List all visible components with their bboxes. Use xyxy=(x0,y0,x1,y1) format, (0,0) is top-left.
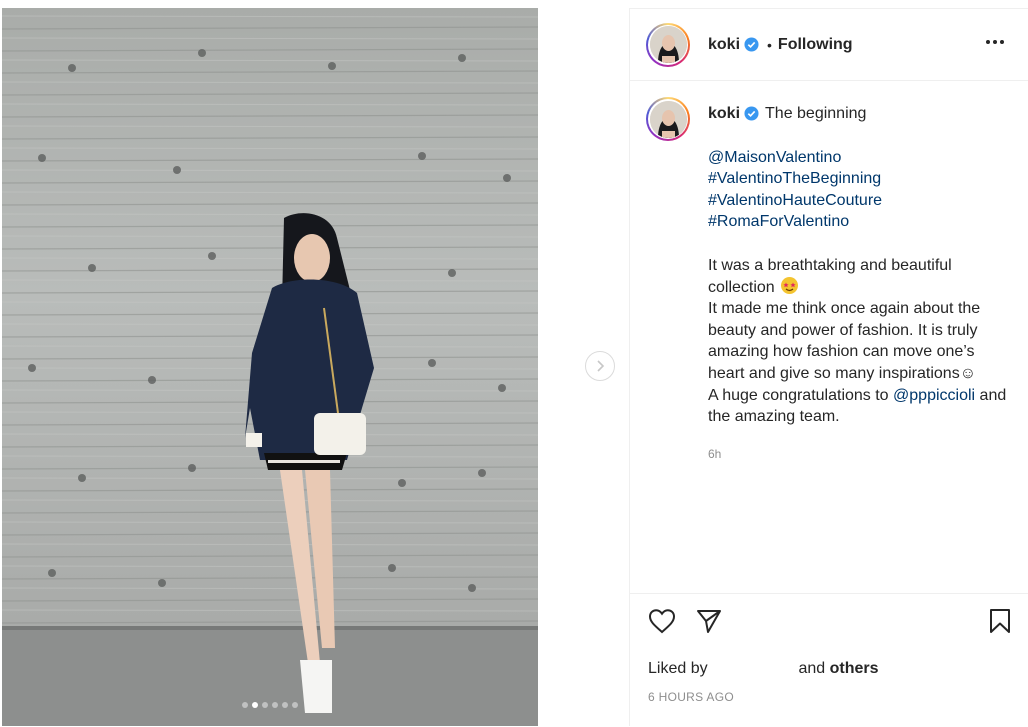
tag-link[interactable]: #RomaForValentino xyxy=(708,211,1008,233)
carousel-dot xyxy=(282,702,288,708)
carousel-gutter xyxy=(538,8,629,726)
chevron-right-icon xyxy=(597,360,605,372)
caption-area: koki The beginning @MaisonValentino #Val… xyxy=(630,81,1028,593)
verified-badge-icon xyxy=(744,37,759,52)
star-eyes-emoji-icon xyxy=(781,276,799,294)
post-timestamp[interactable]: 6 HOURS AGO xyxy=(648,690,734,704)
others-link[interactable]: others xyxy=(830,660,879,677)
caption-username[interactable]: koki xyxy=(708,103,740,125)
caption-title: The beginning xyxy=(765,105,867,122)
carousel-dot xyxy=(242,702,248,708)
post-header: koki • Following xyxy=(630,9,1028,81)
heart-icon[interactable] xyxy=(648,608,676,634)
caption-line: A huge congratulations to xyxy=(708,386,889,404)
mention-link[interactable]: @pppiccioli xyxy=(893,387,975,404)
tag-link[interactable]: #ValentinoTheBeginning xyxy=(708,168,1008,190)
avatar-photo xyxy=(649,100,687,138)
caption-avatar[interactable] xyxy=(646,97,690,141)
caption-paragraph: It was a breathtaking and beautiful coll… xyxy=(708,255,1008,428)
caption-tags: @MaisonValentino #ValentinoTheBeginning … xyxy=(708,147,1008,233)
carousel-dot xyxy=(292,702,298,708)
separator-dot: • xyxy=(767,36,772,53)
next-photo-button[interactable] xyxy=(585,351,615,381)
carousel-dot xyxy=(262,702,268,708)
avatar[interactable] xyxy=(646,22,690,67)
avatar-photo xyxy=(649,26,687,63)
caption-timestamp[interactable]: 6h xyxy=(708,444,1008,466)
tag-link[interactable]: #ValentinoHauteCouture xyxy=(708,190,1008,212)
action-bar: Liked by and others 6 HOURS AGO xyxy=(630,593,1028,726)
more-options-icon[interactable] xyxy=(984,31,1006,58)
caption-line: It made me think once again about the be… xyxy=(708,300,985,382)
smile-emoji-icon: ☺ xyxy=(959,364,977,382)
share-icon[interactable] xyxy=(696,608,722,634)
post-photo[interactable] xyxy=(2,8,538,726)
verified-badge-icon xyxy=(744,106,759,121)
caption-line: It was a breathtaking and beautiful coll… xyxy=(708,256,957,296)
liked-by-label: Liked by xyxy=(648,660,708,677)
following-button[interactable]: Following xyxy=(778,36,853,54)
likes-summary: Liked by and others xyxy=(648,660,879,678)
photo-illustration xyxy=(2,8,538,726)
post-sidebar: koki • Following koki The beginning @Mai… xyxy=(629,8,1028,726)
and-label: and xyxy=(798,660,826,677)
carousel-dot xyxy=(272,702,278,708)
header-username[interactable]: koki xyxy=(708,36,740,54)
tag-link[interactable]: @MaisonValentino xyxy=(708,147,1008,169)
bookmark-icon[interactable] xyxy=(988,608,1012,639)
post-container: koki • Following koki The beginning @Mai… xyxy=(2,8,1028,726)
carousel-indicator xyxy=(2,702,538,708)
carousel-dot-active xyxy=(252,702,258,708)
caption-text: koki The beginning @MaisonValentino #Val… xyxy=(708,97,1008,465)
